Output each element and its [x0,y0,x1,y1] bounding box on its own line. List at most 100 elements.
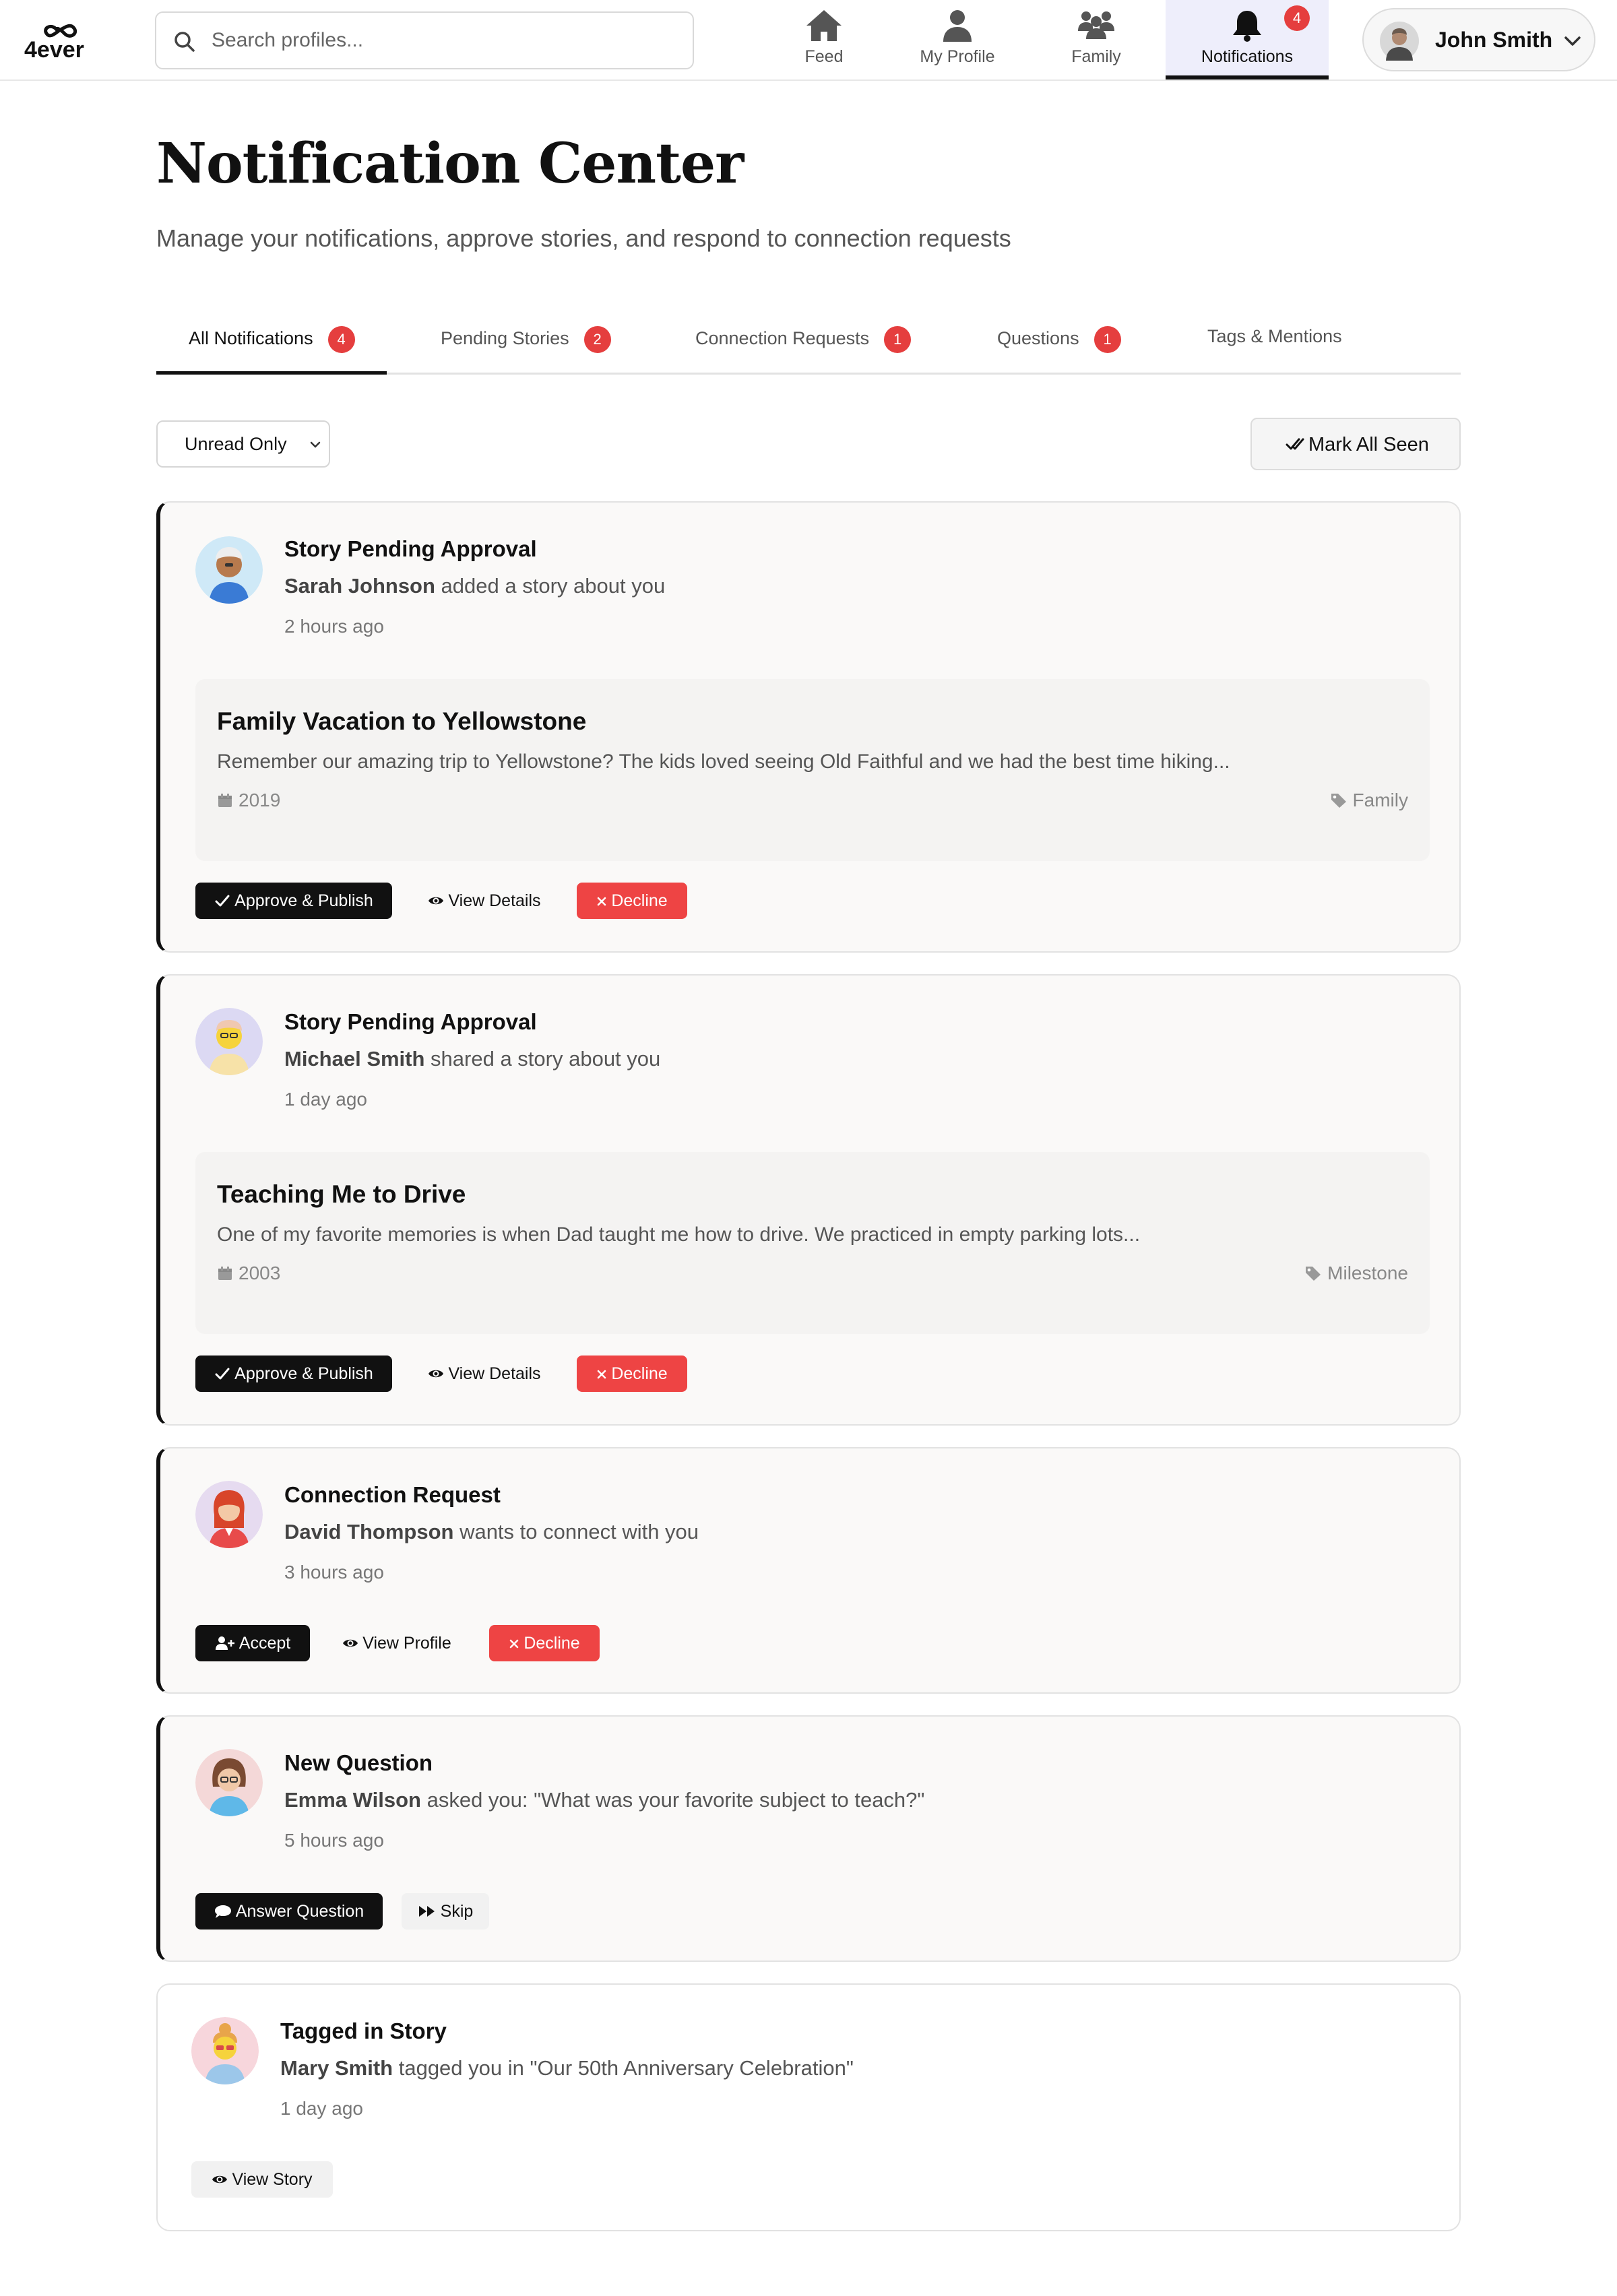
comment-icon [214,1905,231,1918]
notification-message-text: shared a story about you [424,1047,661,1071]
eye-icon [343,1639,358,1647]
close-icon [598,897,606,906]
notification-message-text: added a story about you [435,574,666,598]
notification-time: 5 hours ago [284,1830,384,1851]
tab-all-notifications[interactable]: All Notifications 4 [156,306,387,375]
button-label: Answer Question [235,1902,364,1921]
notification-tabs: All Notifications 4 Pending Stories 2 Conn… [156,306,1461,375]
notification-actor[interactable]: David Thompson [284,1520,453,1543]
eye-icon [212,2175,228,2183]
tab-label: Questions [997,328,1079,349]
calendar-icon [218,794,232,807]
mark-all-seen-button[interactable]: Mark All Seen [1250,418,1461,470]
story-excerpt: Remember our amazing trip to Yellowstone… [217,751,1230,773]
story-tag-label: Family [1352,790,1408,810]
view-profile-button[interactable]: View Profile [330,1625,464,1661]
accept-button[interactable]: Accept [195,1625,310,1661]
story-preview[interactable]: Family Vacation to Yellowstone Remember … [195,679,1430,861]
nav-my-profile[interactable]: My Profile [907,0,1008,79]
nav-feed[interactable]: Feed [788,0,860,79]
story-year-value: 2003 [239,1263,281,1283]
notification-card: Story Pending Approval Michael Smith sha… [156,974,1461,1426]
logo-text: 4ever [24,37,84,61]
nav-family-label: Family [1071,47,1121,66]
bell-icon [1233,11,1261,42]
story-preview[interactable]: Teaching Me to Drive One of my favorite … [195,1152,1430,1334]
tab-label: Pending Stories [441,328,569,349]
notification-title: New Question [284,1750,433,1775]
button-label: Approve & Publish [234,891,373,910]
tab-label: Tags & Mentions [1207,326,1342,346]
notification-message: Emma Wilson asked you: "What was your fa… [284,1788,924,1812]
top-navigation-bar: 4ever Feed My Profile Family [0,0,1617,81]
nav-family[interactable]: Family [1051,0,1141,79]
check-double-icon [1286,438,1304,450]
story-title: Teaching Me to Drive [217,1180,466,1208]
button-label: Skip [440,1902,474,1921]
notification-actor[interactable]: Sarah Johnson [284,574,435,598]
answer-question-button[interactable]: Answer Question [195,1893,383,1930]
page-title: Notification Center [156,131,744,196]
notification-card: Tagged in Story Mary Smith tagged you in… [156,1983,1461,2231]
notification-title: Tagged in Story [280,2018,447,2043]
nav-feed-label: Feed [804,47,844,66]
mark-all-seen-label: Mark All Seen [1308,434,1429,455]
chevron-down-icon [1564,36,1581,46]
unread-filter-select[interactable]: Unread Only [156,420,330,468]
story-year-value: 2019 [239,790,281,810]
eye-icon [429,1370,444,1378]
avatar [195,1749,263,1816]
notification-time: 3 hours ago [284,1562,384,1583]
notification-message: David Thompson wants to connect with you [284,1520,699,1544]
search-input[interactable] [210,13,682,68]
app-logo[interactable]: 4ever [23,20,110,61]
search-box[interactable] [155,11,694,69]
notification-actor[interactable]: Mary Smith [280,2056,393,2080]
button-label: Approve & Publish [234,1364,373,1383]
avatar [195,1008,263,1075]
approve-publish-button[interactable]: Approve & Publish [195,1356,392,1392]
story-tag-label: Milestone [1327,1263,1408,1283]
check-icon [215,895,230,907]
tab-questions[interactable]: Questions 1 [997,306,1121,375]
notification-time: 1 day ago [280,2098,363,2119]
button-label: Decline [611,1364,668,1383]
view-details-button[interactable]: View Details [414,1356,555,1392]
decline-button[interactable]: Decline [489,1625,600,1661]
skip-button[interactable]: Skip [402,1893,489,1930]
button-label: View Profile [362,1634,451,1653]
close-icon [598,1370,606,1379]
tab-connection-requests[interactable]: Connection Requests 1 [695,306,912,375]
button-label: View Details [448,891,541,910]
nav-notifications-label: Notifications [1201,47,1294,66]
user-plus-icon [215,1636,234,1650]
home-icon [806,10,842,41]
notifications-badge: 4 [1284,5,1310,31]
notification-message: Sarah Johnson added a story about you [284,574,665,598]
decline-button[interactable]: Decline [577,1356,687,1392]
calendar-icon [218,1267,232,1280]
button-label: Accept [239,1634,291,1653]
notification-title: Story Pending Approval [284,1009,537,1034]
avatar [191,2017,259,2084]
page-subtitle: Manage your notifications, approve stori… [156,224,1011,252]
approve-publish-button[interactable]: Approve & Publish [195,883,392,919]
notification-card: Connection Request David Thompson wants … [156,1447,1461,1694]
tab-badge: 4 [327,326,355,353]
notification-actor[interactable]: Michael Smith [284,1047,424,1071]
notification-title: Connection Request [284,1482,501,1507]
view-story-button[interactable]: View Story [191,2161,333,2198]
notification-actor[interactable]: Emma Wilson [284,1788,421,1812]
story-year: 2019 [217,790,280,811]
nav-notifications[interactable]: 4 Notifications [1166,0,1329,79]
notification-time: 1 day ago [284,1089,367,1110]
tab-label: Connection Requests [695,328,870,349]
decline-button[interactable]: Decline [577,883,687,919]
notification-message: Michael Smith shared a story about you [284,1047,660,1071]
view-details-button[interactable]: View Details [414,883,555,919]
user-menu[interactable]: John Smith [1362,8,1595,71]
button-label: View Details [448,1364,541,1383]
tab-pending-stories[interactable]: Pending Stories 2 [441,306,611,375]
story-year: 2003 [217,1263,280,1284]
tab-tags-mentions[interactable]: Tags & Mentions [1207,306,1342,375]
